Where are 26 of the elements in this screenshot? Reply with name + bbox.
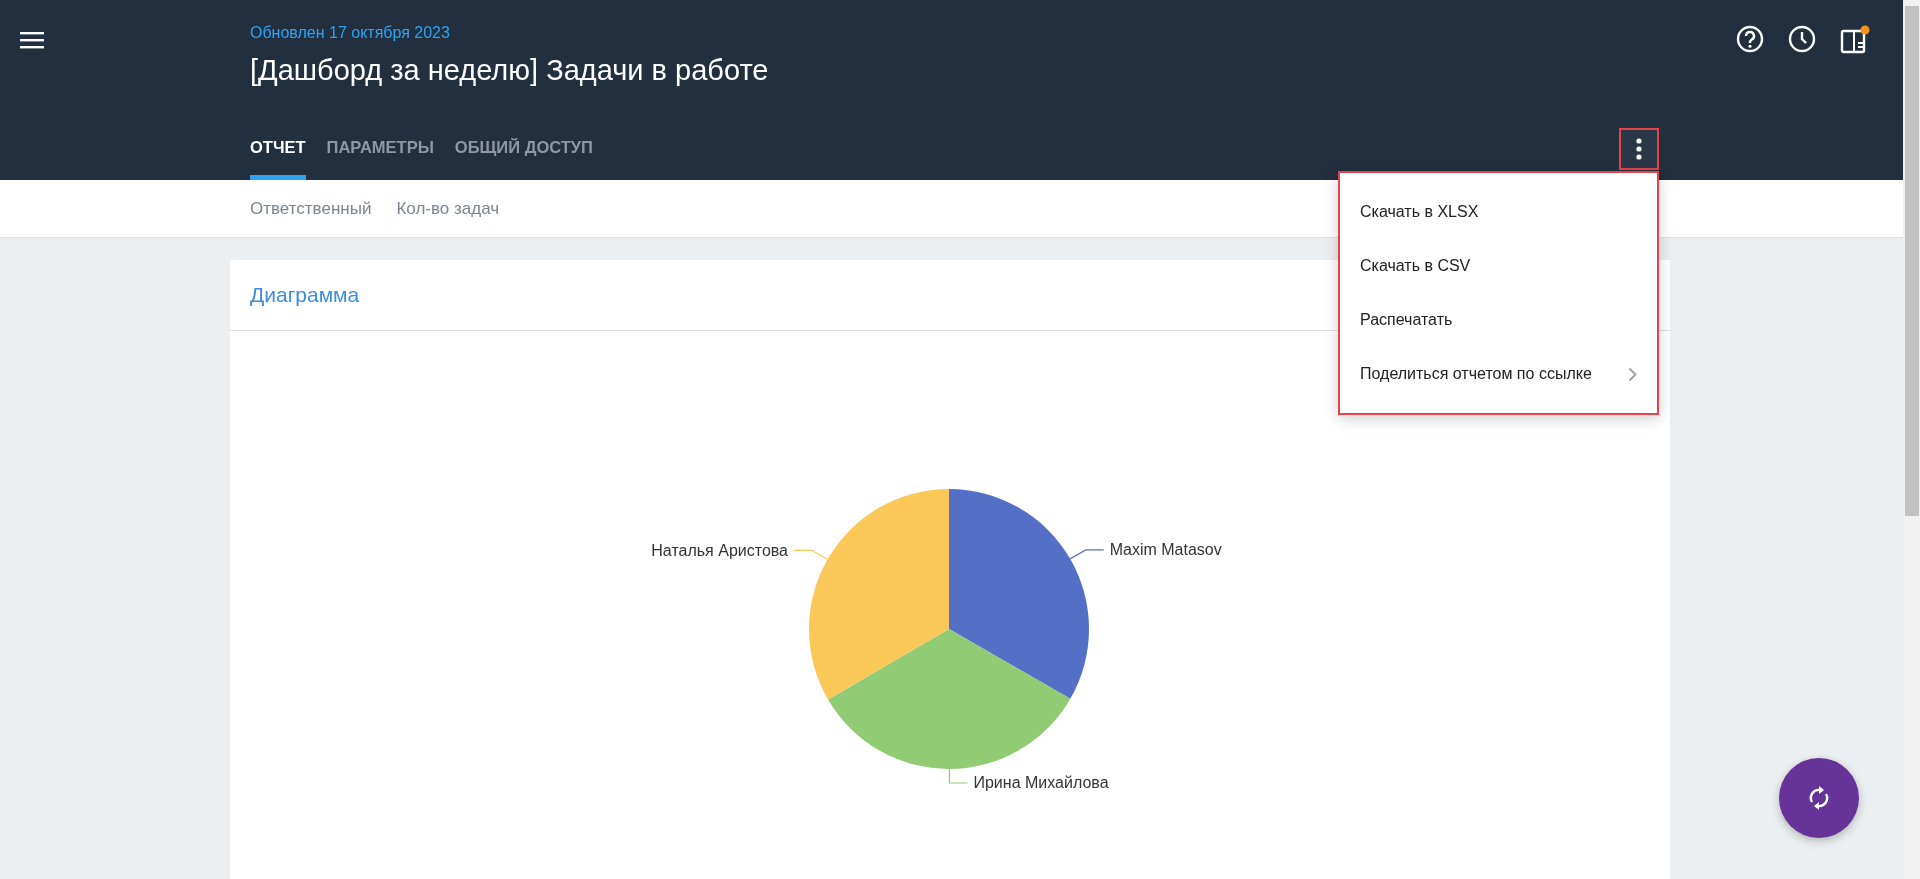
kebab-icon — [1636, 138, 1642, 160]
column-header: Кол-во задач — [396, 197, 500, 220]
report-title: [Дашборд за неделю] Задачи в работе — [250, 53, 769, 88]
menu-item[interactable]: Скачать в CSV — [1340, 239, 1657, 293]
slice-label: Maxim Matasov — [1109, 541, 1222, 559]
menu-item[interactable]: Поделиться отчетом по ссылке — [1340, 347, 1657, 401]
leader-line — [1069, 549, 1105, 560]
more-button[interactable] — [1619, 128, 1659, 170]
menu-item[interactable]: Распечатать — [1340, 293, 1657, 347]
leader-line — [948, 768, 969, 784]
tab[interactable]: ОБЩИЙ ДОСТУП — [454, 135, 593, 180]
scrollbar[interactable] — [1903, 0, 1920, 879]
refresh-icon — [1807, 785, 1831, 811]
clock-icon[interactable] — [1788, 25, 1816, 53]
leader-line — [793, 549, 829, 560]
card-title: Диаграмма — [250, 282, 360, 309]
column-header: Ответственный — [250, 197, 372, 220]
help-icon[interactable] — [1736, 25, 1764, 53]
updated-date: Обновлен 17 октября 2023 — [250, 23, 450, 43]
menu-icon[interactable] — [20, 31, 44, 49]
panel-icon[interactable] — [1840, 25, 1870, 55]
refresh-button[interactable] — [1779, 758, 1859, 838]
slice-label: Наталья Аристова — [651, 541, 788, 559]
tab[interactable]: ПАРАМЕТРЫ — [326, 135, 434, 180]
menu-item[interactable]: Скачать в XLSX — [1340, 185, 1657, 239]
slice-label: Ирина Михайлова — [973, 774, 1109, 792]
